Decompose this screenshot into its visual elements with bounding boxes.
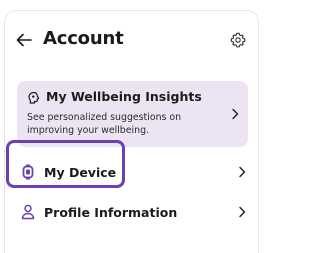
page-title: Account: [43, 28, 124, 49]
chevron-right-icon: [232, 108, 239, 120]
menu-item-my-device[interactable]: My Device: [5, 154, 258, 190]
chevron-right-icon: [239, 206, 246, 218]
arrow-left-icon: [16, 33, 32, 47]
account-panel: Account My Wellbeing Insights See person…: [4, 10, 259, 253]
watch-icon: [22, 164, 34, 180]
menu-item-profile-information[interactable]: Profile Information: [5, 194, 258, 230]
gear-icon: [230, 32, 246, 48]
menu-item-label: My Device: [44, 165, 117, 180]
insights-title: My Wellbeing Insights: [46, 89, 202, 104]
insights-description: See personalized suggestions on improvin…: [27, 112, 182, 136]
wellbeing-insights-card[interactable]: My Wellbeing Insights See personalized s…: [17, 81, 248, 147]
brain-icon: [28, 91, 40, 104]
header: Account: [5, 11, 258, 67]
menu-item-label: Profile Information: [44, 205, 178, 220]
back-button[interactable]: [13, 29, 35, 51]
person-icon: [21, 204, 35, 220]
chevron-right-icon: [239, 166, 246, 178]
settings-button[interactable]: [228, 30, 248, 50]
